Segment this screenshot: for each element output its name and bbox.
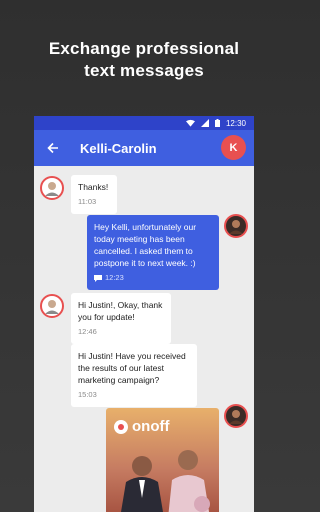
avatar-image (45, 182, 59, 196)
message-time: 12:46 (78, 327, 97, 336)
chat-icon (94, 274, 102, 282)
headline-line-1: Exchange professional (48, 39, 240, 58)
user-avatar-small (224, 404, 248, 428)
status-time: 12:30 (225, 118, 246, 128)
avatar-image (45, 300, 59, 314)
message-time: 12:23 (105, 273, 124, 282)
message-time: 15:03 (78, 390, 97, 399)
message-time: 11:03 (78, 197, 97, 206)
contact-avatar-small (40, 294, 64, 318)
app-bar: Kelli-Carolin K (34, 130, 254, 166)
status-bar: 12:30 (34, 116, 254, 130)
phone-screen: 12:30 Kelli-Carolin K Thanks! 11:03 Hey … (34, 116, 254, 512)
user-avatar-small (224, 214, 248, 238)
message-incoming[interactable]: Thanks! 11:03 (71, 175, 117, 214)
message-text: Hey Kelli, unfortunately our today meeti… (94, 222, 197, 268)
campaign-image (121, 450, 210, 512)
contact-avatar[interactable]: K (221, 135, 246, 160)
message-incoming[interactable]: Hi Justin!, Okay, thank you for update! … (71, 293, 171, 344)
avatar-image (229, 220, 243, 234)
headline-line-2: text messages (84, 61, 204, 80)
message-incoming[interactable]: Hi Justin! Have you received the results… (71, 344, 197, 407)
media-message[interactable]: onoff (106, 408, 219, 512)
message-text: Hi Justin! Have you received the results… (78, 351, 186, 385)
contact-avatar-small (40, 176, 64, 200)
message-text: Thanks! (78, 182, 109, 192)
arrow-left-icon (47, 142, 58, 154)
avatar-image (229, 410, 243, 424)
wifi-icon (185, 119, 195, 127)
back-button[interactable] (44, 139, 62, 157)
signal-icon (200, 119, 209, 127)
battery-icon (214, 119, 220, 127)
message-text: Hi Justin!, Okay, thank you for update! (78, 300, 163, 322)
contact-name: Kelli-Carolin (80, 140, 157, 156)
message-outgoing[interactable]: Hey Kelli, unfortunately our today meeti… (87, 215, 219, 290)
headline: Exchange professional text messages (0, 38, 288, 82)
